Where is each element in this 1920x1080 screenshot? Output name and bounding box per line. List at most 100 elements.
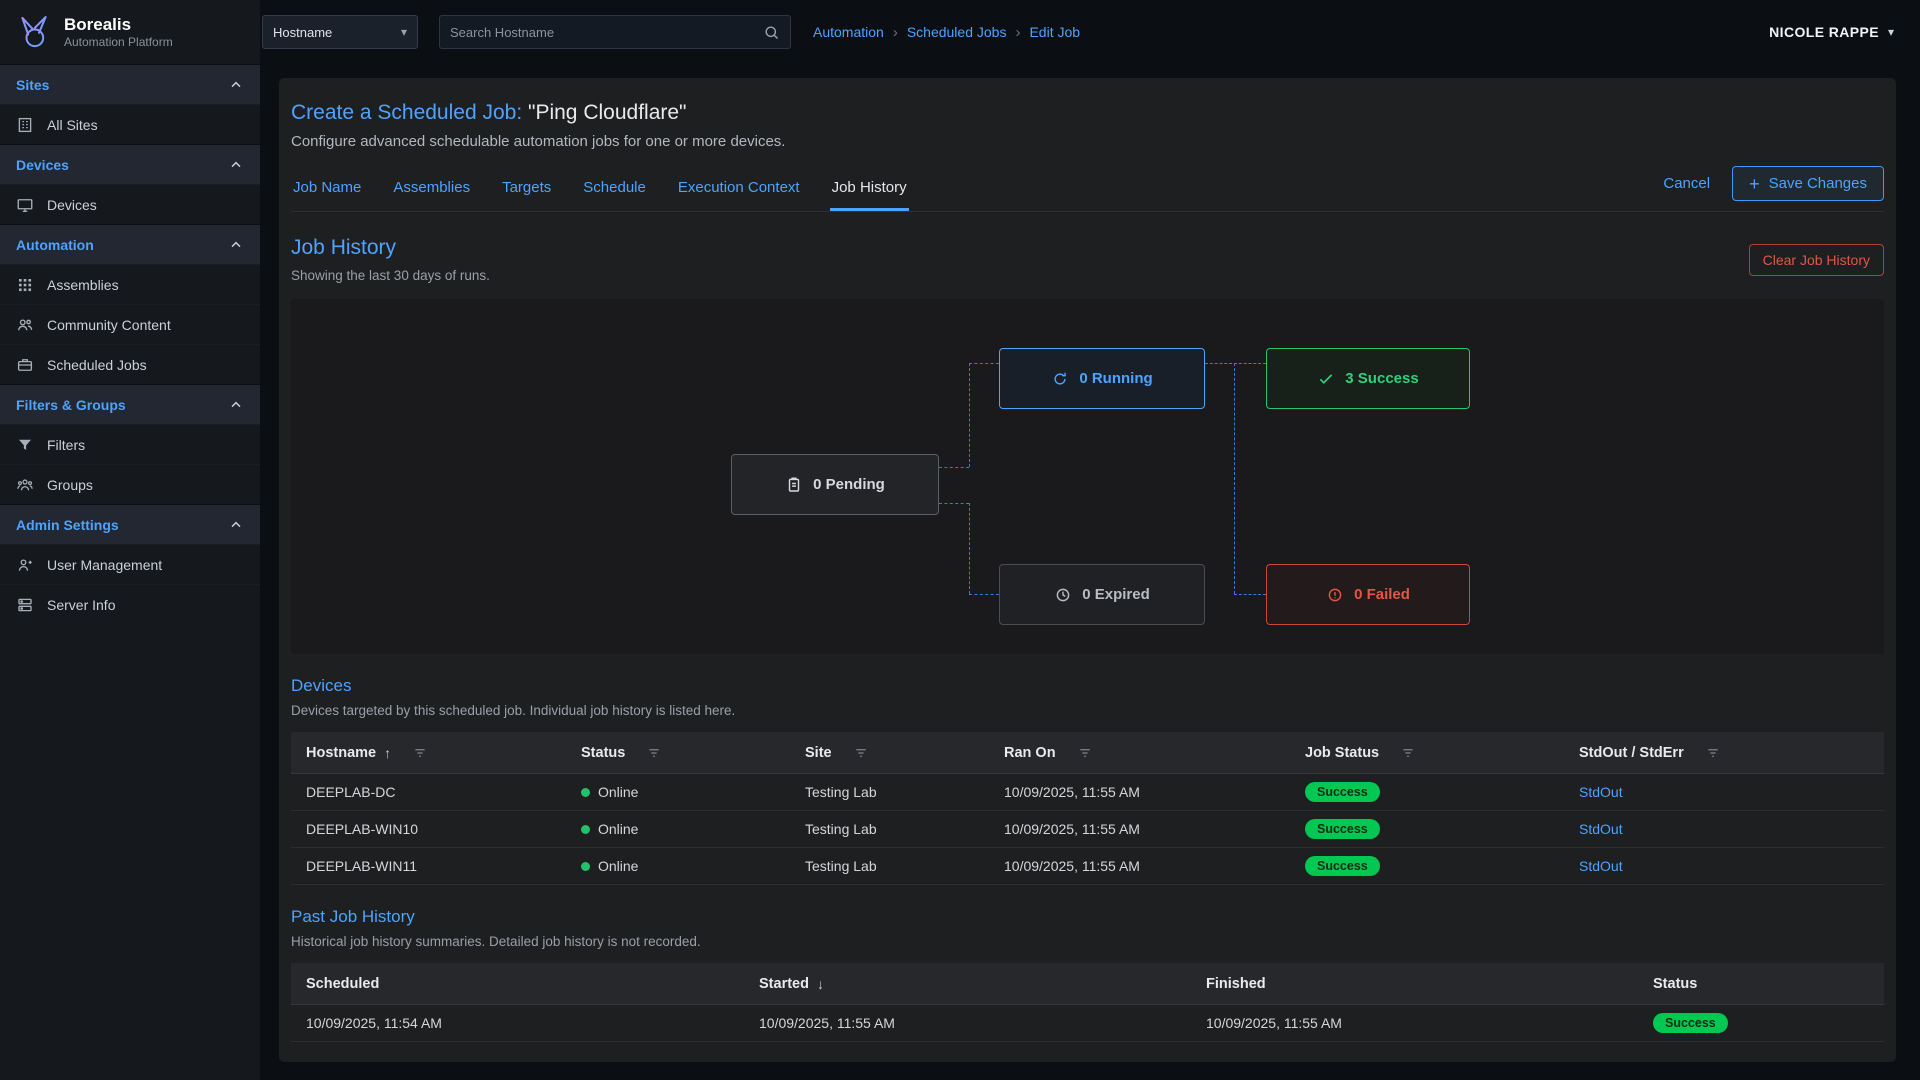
chevron-up-icon (228, 397, 244, 413)
column-header-started[interactable]: Started ↓ (744, 976, 1191, 992)
tab-schedule[interactable]: Schedule (581, 169, 648, 211)
breadcrumb-scheduled-jobs[interactable]: Scheduled Jobs (907, 24, 1007, 40)
column-header-job-status[interactable]: Job Status (1290, 745, 1564, 761)
node-running[interactable]: 0 Running (999, 348, 1205, 409)
save-changes-label: Save Changes (1769, 175, 1867, 192)
sidebar-section-admin-settings[interactable]: Admin Settings (0, 504, 260, 544)
sidebar-item-devices[interactable]: Devices (0, 184, 260, 224)
main-content: Create a Scheduled Job: "Ping Cloudflare… (260, 64, 1920, 1080)
sidebar-item-assemblies[interactable]: Assemblies (0, 264, 260, 304)
devices-icon (16, 196, 34, 214)
error-icon (1326, 586, 1344, 604)
sidebar-item-scheduled-jobs[interactable]: Scheduled Jobs (0, 344, 260, 384)
chevron-up-icon (228, 237, 244, 253)
node-expired[interactable]: 0 Expired (999, 564, 1205, 625)
tab-job-name[interactable]: Job Name (291, 169, 363, 211)
cancel-button[interactable]: Cancel (1663, 175, 1710, 192)
node-running-label: 0 Running (1079, 370, 1152, 387)
cell-stdout: StdOut (1564, 784, 1884, 800)
section-label: Sites (16, 77, 49, 93)
column-header-ran-on[interactable]: Ran On (989, 745, 1290, 761)
sort-asc-icon: ↑ (384, 745, 391, 761)
tab-assemblies[interactable]: Assemblies (391, 169, 472, 211)
filter-icon[interactable] (1401, 746, 1415, 760)
node-failed[interactable]: 0 Failed (1266, 564, 1470, 625)
column-header-status[interactable]: Status (1638, 976, 1884, 992)
sidebar-item-server-info[interactable]: Server Info (0, 584, 260, 624)
breadcrumb-automation[interactable]: Automation (813, 24, 884, 40)
filter-icon[interactable] (413, 746, 427, 760)
column-header-scheduled[interactable]: Scheduled (291, 976, 744, 992)
status-badge: Success (1305, 819, 1380, 839)
section-label: Filters & Groups (16, 397, 126, 413)
column-header-finished[interactable]: Finished (1191, 976, 1638, 992)
tab-job-history[interactable]: Job History (830, 169, 909, 211)
cell-stdout: StdOut (1564, 858, 1884, 874)
edge-running-failed (1234, 594, 1266, 595)
node-success[interactable]: 3 Success (1266, 348, 1470, 409)
search-input[interactable] (450, 25, 763, 40)
clear-job-history-button[interactable]: Clear Job History (1749, 244, 1884, 276)
filters-icon (16, 436, 34, 454)
filter-icon[interactable] (1078, 746, 1092, 760)
job-history-heading: Job History (291, 236, 490, 260)
filter-icon[interactable] (854, 746, 868, 760)
column-header-status[interactable]: Status (566, 745, 790, 761)
cell-site: Testing Lab (790, 784, 989, 800)
section-label: Automation (16, 237, 94, 253)
devices-table-header: Hostname ↑ Status Site Ran On (291, 732, 1884, 774)
sidebar-section-sites[interactable]: Sites (0, 64, 260, 104)
job-history-caption: Showing the last 30 days of runs. (291, 268, 490, 283)
sidebar-item-filters[interactable]: Filters (0, 424, 260, 464)
column-header-stdout-stderr[interactable]: StdOut / StdErr (1564, 745, 1884, 761)
sidebar-item-community-content[interactable]: Community Content (0, 304, 260, 344)
topbar: Hostname ▾ Automation › Scheduled Jobs ›… (260, 0, 1920, 64)
stdout-link[interactable]: StdOut (1579, 858, 1623, 874)
user-name: NICOLE RAPPE (1769, 24, 1879, 40)
cell-hostname: DEEPLAB-WIN11 (291, 858, 566, 874)
sidebar-item-label: Assemblies (47, 277, 119, 293)
node-pending-label: 0 Pending (813, 476, 885, 493)
page-title: Create a Scheduled Job: "Ping Cloudflare… (291, 100, 1884, 126)
stdout-link[interactable]: StdOut (1579, 784, 1623, 800)
sidebar-item-user-management[interactable]: User Management (0, 544, 260, 584)
sidebar-item-label: Scheduled Jobs (47, 357, 147, 373)
node-pending[interactable]: 0 Pending (731, 454, 939, 515)
filter-icon[interactable] (647, 746, 661, 760)
sidebar-section-automation[interactable]: Automation (0, 224, 260, 264)
sidebar-section-filters-groups[interactable]: Filters & Groups (0, 384, 260, 424)
all-sites-icon (16, 116, 34, 134)
running-icon (1051, 370, 1069, 388)
tab-execution-context[interactable]: Execution Context (676, 169, 802, 211)
brand-tagline: Automation Platform (64, 35, 173, 49)
sidebar-section-devices[interactable]: Devices (0, 144, 260, 184)
tab-bar-actions: Cancel + Save Changes (1663, 166, 1884, 211)
cell-scheduled: 10/09/2025, 11:54 AM (291, 1015, 744, 1031)
devices-table: Hostname ↑ Status Site Ran On (291, 732, 1884, 885)
tab-targets[interactable]: Targets (500, 169, 553, 211)
breadcrumb-edit-job[interactable]: Edit Job (1029, 24, 1080, 40)
edge-pending-expired (969, 594, 999, 595)
node-failed-label: 0 Failed (1354, 586, 1410, 603)
column-header-hostname[interactable]: Hostname ↑ (291, 745, 566, 761)
filter-icon[interactable] (1706, 746, 1720, 760)
page-title-job-name: "Ping Cloudflare" (528, 101, 687, 124)
search-icon (763, 24, 780, 41)
server-info-icon (16, 596, 34, 614)
table-row: 10/09/2025, 11:54 AM 10/09/2025, 11:55 A… (291, 1005, 1884, 1042)
sidebar-item-all-sites[interactable]: All Sites (0, 104, 260, 144)
table-row: DEEPLAB-WIN10 Online Testing Lab 10/09/2… (291, 811, 1884, 848)
online-status-dot (581, 862, 590, 871)
section-label: Devices (16, 157, 69, 173)
sidebar-item-groups[interactable]: Groups (0, 464, 260, 504)
sidebar-item-label: All Sites (47, 117, 98, 133)
save-changes-button[interactable]: + Save Changes (1732, 166, 1884, 201)
stdout-link[interactable]: StdOut (1579, 821, 1623, 837)
status-badge: Success (1305, 856, 1380, 876)
user-menu[interactable]: NICOLE RAPPE ▾ (1769, 24, 1894, 40)
cell-started: 10/09/2025, 11:55 AM (744, 1015, 1191, 1031)
hostname-search[interactable] (439, 15, 791, 49)
column-header-site[interactable]: Site (790, 745, 989, 761)
hostname-dropdown[interactable]: Hostname ▾ (262, 15, 418, 49)
cell-status: Online (566, 821, 790, 837)
